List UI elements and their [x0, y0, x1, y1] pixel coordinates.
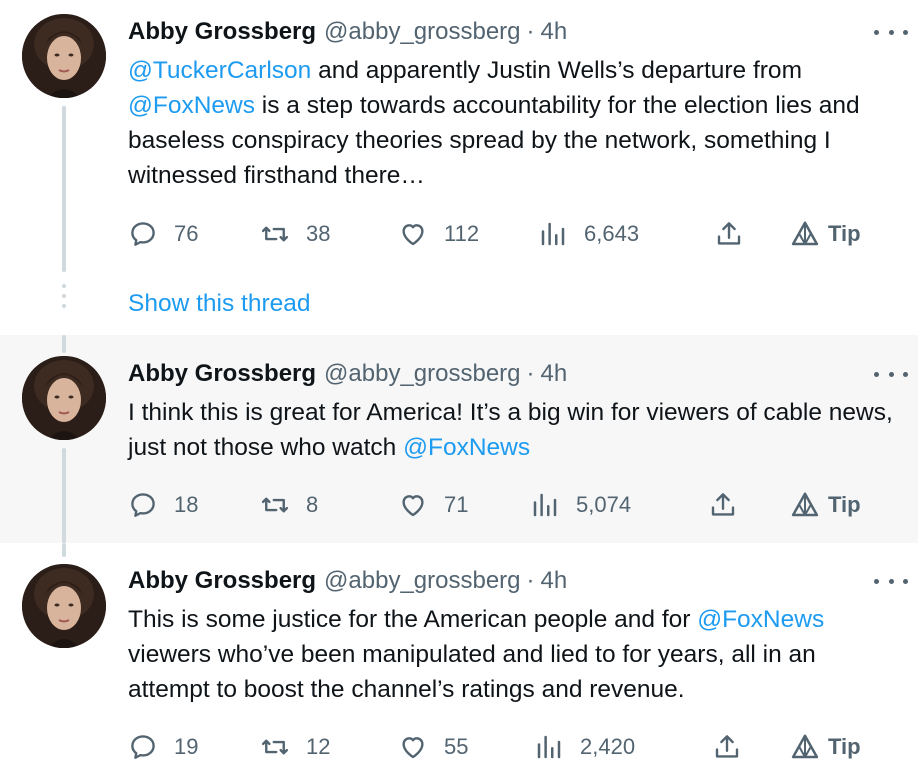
tip-button[interactable]: Tip — [790, 216, 861, 252]
share-icon — [711, 493, 735, 516]
retweet-button[interactable]: 12 — [260, 729, 330, 765]
mention-link[interactable]: @FoxNews — [697, 606, 824, 633]
like-icon — [402, 495, 424, 517]
view-count: 6,643 — [584, 221, 640, 246]
user-handle[interactable]: @abby_grossberg — [324, 567, 520, 595]
share-button[interactable] — [714, 216, 760, 252]
tip-label: Tip — [828, 492, 861, 517]
more-icon[interactable] — [874, 571, 908, 591]
avatar[interactable] — [22, 14, 106, 98]
avatar[interactable] — [22, 564, 106, 648]
tweet-text: This is some justice for the American pe… — [128, 602, 898, 707]
user-handle[interactable]: @abby_grossberg — [324, 360, 520, 388]
timestamp[interactable]: 4h — [541, 567, 568, 595]
separator: · — [526, 18, 535, 45]
thread-line — [62, 543, 66, 557]
tweet-text-segment: viewers who’ve been manipulated and lied… — [128, 641, 816, 703]
tweet-1[interactable]: Abby Grossberg @abby_grossberg · 4h @Tuc… — [0, 0, 918, 335]
tweet-header: Abby Grossberg @abby_grossberg · 4h — [128, 358, 567, 390]
retweet-count: 8 — [306, 492, 319, 517]
separator: · — [526, 360, 535, 387]
tweet-text: I think this is great for America! It’s … — [128, 395, 898, 465]
timestamp[interactable]: 4h — [541, 18, 568, 46]
reply-count: 18 — [174, 492, 199, 517]
more-icon[interactable] — [874, 364, 908, 384]
like-count: 112 — [444, 221, 480, 246]
views-icon — [537, 735, 561, 759]
share-button[interactable] — [712, 729, 758, 765]
like-icon — [402, 224, 424, 246]
reply-button[interactable]: 18 — [128, 487, 198, 523]
tip-icon — [791, 221, 819, 246]
mention-link[interactable]: @FoxNews — [403, 434, 530, 461]
action-bar: 18 8 71 5,074 Tip — [128, 487, 868, 523]
mention-link[interactable]: @TuckerCarlson — [128, 57, 311, 84]
views-button[interactable]: 6,643 — [538, 216, 639, 252]
reply-icon — [131, 222, 155, 246]
tip-label: Tip — [828, 221, 861, 246]
action-bar: 76 38 112 6,643 Tip — [128, 216, 868, 252]
tweet-3[interactable]: Abby Grossberg @abby_grossberg · 4h This… — [0, 543, 918, 778]
tip-button[interactable]: Tip — [790, 729, 861, 765]
reply-icon — [131, 735, 155, 759]
tweet-text: @TuckerCarlson and apparently Justin Wel… — [128, 53, 898, 193]
more-icon[interactable] — [874, 22, 908, 42]
like-count: 71 — [444, 492, 469, 517]
like-button[interactable]: 112 — [398, 216, 479, 252]
like-button[interactable]: 71 — [398, 487, 468, 523]
display-name[interactable]: Abby Grossberg — [128, 18, 316, 46]
reply-icon — [131, 493, 155, 517]
thread-line — [62, 448, 66, 543]
avatar[interactable] — [22, 356, 106, 440]
retweet-icon — [261, 226, 289, 242]
tweet-header: Abby Grossberg @abby_grossberg · 4h — [128, 16, 567, 48]
views-button[interactable]: 2,420 — [534, 729, 635, 765]
retweet-icon — [261, 497, 289, 513]
thread-line — [62, 335, 66, 353]
separator: · — [526, 567, 535, 594]
retweet-count: 12 — [306, 734, 331, 759]
timestamp[interactable]: 4h — [541, 360, 568, 388]
tweet-2[interactable]: Abby Grossberg @abby_grossberg · 4h I th… — [0, 335, 918, 543]
tip-icon — [791, 734, 819, 759]
tip-button[interactable]: Tip — [790, 487, 861, 523]
retweet-button[interactable]: 38 — [260, 216, 330, 252]
retweet-button[interactable]: 8 — [260, 487, 318, 523]
view-count: 5,074 — [576, 492, 632, 517]
show-thread-link[interactable]: Show this thread — [128, 288, 311, 320]
tip-label: Tip — [828, 734, 861, 759]
views-icon — [541, 222, 565, 246]
action-bar: 19 12 55 2,420 Tip — [128, 729, 868, 765]
tweet-text-segment: and apparently Justin Wells’s departure … — [311, 57, 802, 84]
share-icon — [717, 222, 741, 245]
display-name[interactable]: Abby Grossberg — [128, 567, 316, 595]
views-button[interactable]: 5,074 — [530, 487, 631, 523]
mention-link[interactable]: @FoxNews — [128, 92, 255, 119]
reply-button[interactable]: 19 — [128, 729, 198, 765]
share-button[interactable] — [708, 487, 754, 523]
tweet-header: Abby Grossberg @abby_grossberg · 4h — [128, 565, 567, 597]
retweet-icon — [261, 739, 289, 755]
share-icon — [715, 735, 739, 758]
thread-gap-dots — [62, 284, 66, 314]
tip-icon — [791, 492, 819, 517]
tweet-text-segment: This is some justice for the American pe… — [128, 606, 698, 633]
like-button[interactable]: 55 — [398, 729, 468, 765]
view-count: 2,420 — [580, 734, 636, 759]
views-icon — [533, 493, 557, 517]
like-count: 55 — [444, 734, 469, 759]
display-name[interactable]: Abby Grossberg — [128, 360, 316, 388]
reply-button[interactable]: 76 — [128, 216, 198, 252]
user-handle[interactable]: @abby_grossberg — [324, 18, 520, 46]
reply-count: 19 — [174, 734, 199, 759]
like-icon — [402, 737, 424, 759]
retweet-count: 38 — [306, 221, 331, 246]
reply-count: 76 — [174, 221, 199, 246]
thread-line — [62, 106, 66, 272]
